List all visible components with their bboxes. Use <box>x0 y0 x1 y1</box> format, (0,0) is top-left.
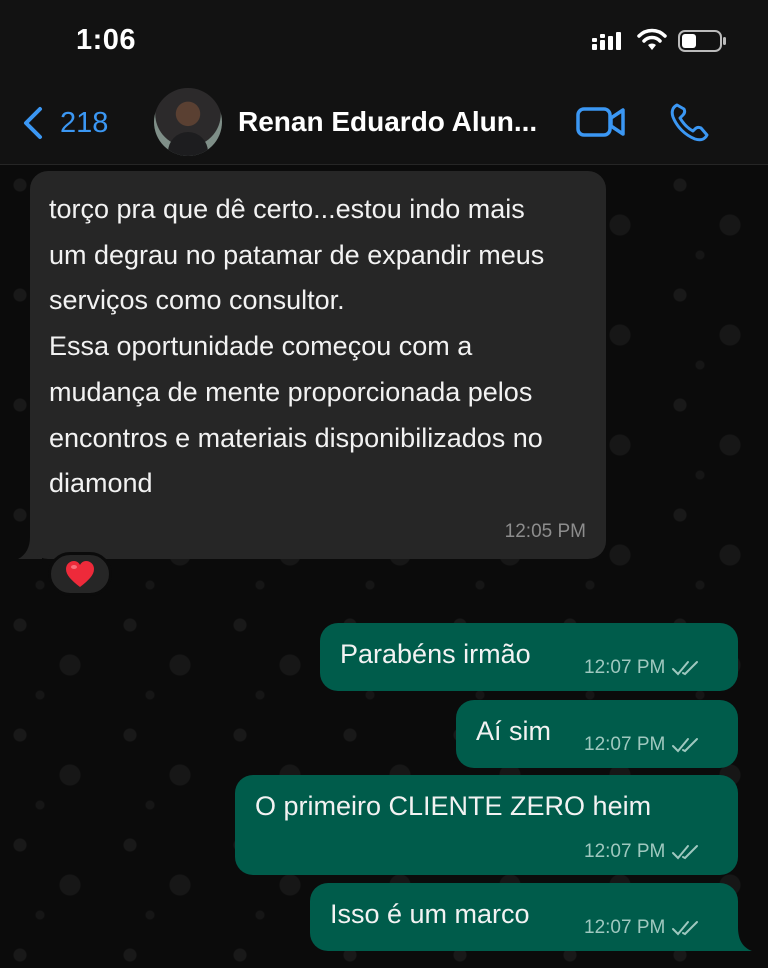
double-check-icon <box>672 738 699 753</box>
avatar[interactable] <box>154 88 222 156</box>
heart-icon <box>66 561 94 587</box>
message-text: Isso é um marco <box>330 899 530 929</box>
message-text: Aí sim <box>476 716 552 746</box>
outgoing-message[interactable]: Parabéns irmão 12:07 PM <box>320 623 738 691</box>
message-time: 12:07 PM <box>584 734 666 755</box>
message-text: O primeiro CLIENTE ZERO heim <box>255 791 652 821</box>
incoming-message[interactable]: torço pra que dê certo...estou indo mais… <box>30 171 606 559</box>
outgoing-message[interactable]: O primeiro CLIENTE ZERO heim 12:07 PM <box>235 775 738 875</box>
reaction-badge[interactable] <box>48 552 112 596</box>
contact-name[interactable]: Renan Eduardo Alun... <box>238 106 537 138</box>
battery-icon <box>678 30 726 52</box>
video-call-icon[interactable] <box>576 104 626 140</box>
message-time: 12:07 PM <box>584 917 666 938</box>
message-time: 12:07 PM <box>584 657 666 678</box>
cellular-signal-icon <box>592 32 621 50</box>
message-meta: 12:07 PM <box>584 841 701 863</box>
message-text: torço pra que dê certo...estou indo mais… <box>49 194 545 499</box>
chat-area[interactable]: torço pra que dê certo...estou indo mais… <box>0 165 768 968</box>
back-button[interactable]: 218 <box>20 106 108 140</box>
chevron-left-icon <box>24 107 42 139</box>
message-meta: 12:07 PM <box>584 734 701 756</box>
double-check-icon <box>672 845 699 860</box>
message-text: Parabéns irmão <box>340 639 531 669</box>
unread-count: 218 <box>60 106 109 139</box>
phone-call-icon[interactable] <box>668 102 710 142</box>
status-bar: 1:06 <box>0 0 768 80</box>
outgoing-message[interactable]: Aí sim 12:07 PM <box>456 700 738 768</box>
wifi-icon <box>637 28 667 50</box>
bubble-tail <box>726 927 752 951</box>
chat-header: 218 Renan Eduardo Alun... <box>0 80 768 165</box>
double-check-icon <box>672 921 699 936</box>
double-check-icon <box>672 661 699 676</box>
message-time: 12:05 PM <box>504 521 586 542</box>
message-meta: 12:07 PM <box>584 917 701 939</box>
message-meta: 12:07 PM <box>584 657 701 679</box>
message-time: 12:07 PM <box>584 841 666 862</box>
status-time: 1:06 <box>76 24 137 56</box>
outgoing-message[interactable]: Isso é um marco 12:07 PM <box>310 883 738 951</box>
